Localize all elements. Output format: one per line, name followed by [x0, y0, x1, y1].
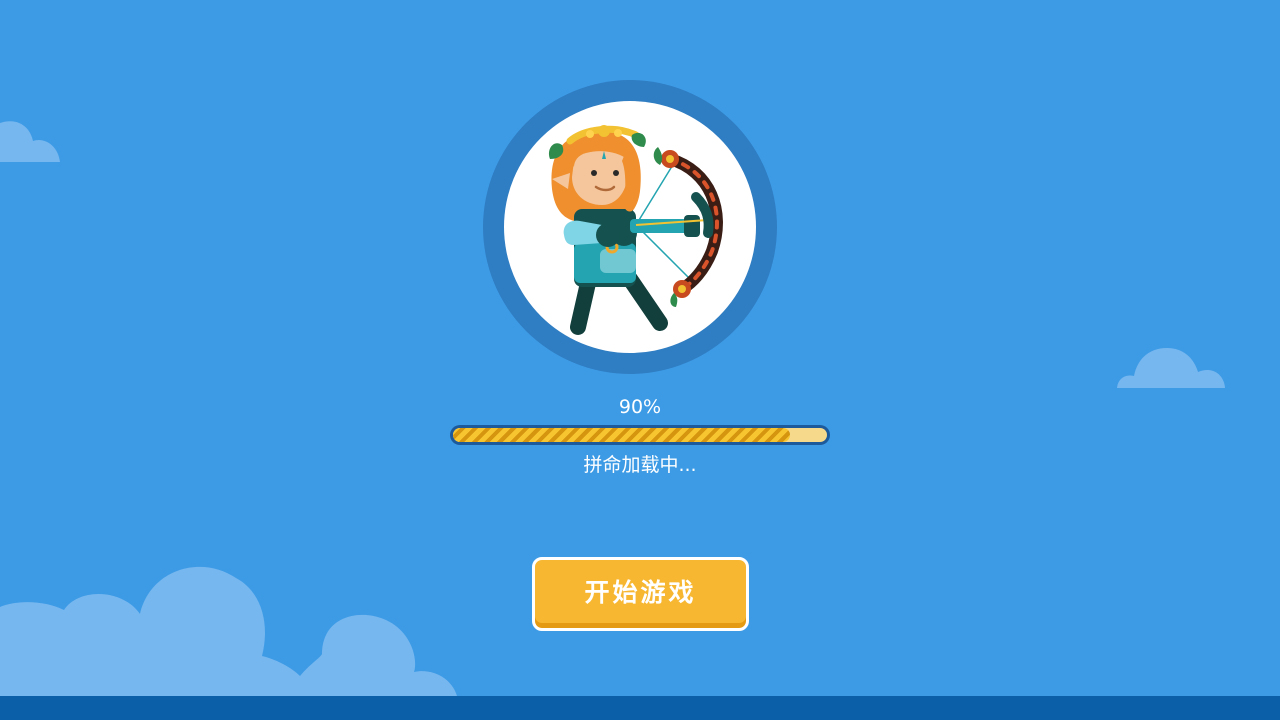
avatar-ring — [483, 80, 777, 374]
cloud-left-top — [0, 121, 60, 162]
bottom-bar — [0, 696, 1280, 720]
progress-fill — [453, 428, 790, 442]
cloud-bottom-left — [0, 566, 458, 700]
progress-bar — [450, 425, 830, 445]
progress-track-inner — [453, 428, 827, 442]
progress-percent: 90% — [618, 396, 662, 418]
cloud-right — [1117, 348, 1225, 388]
avatar-disc — [504, 101, 756, 353]
loading-status: 拼命加载中... — [583, 454, 697, 476]
elf-archer-icon — [548, 125, 723, 335]
start-game-button[interactable]: 开始游戏 — [532, 557, 749, 631]
